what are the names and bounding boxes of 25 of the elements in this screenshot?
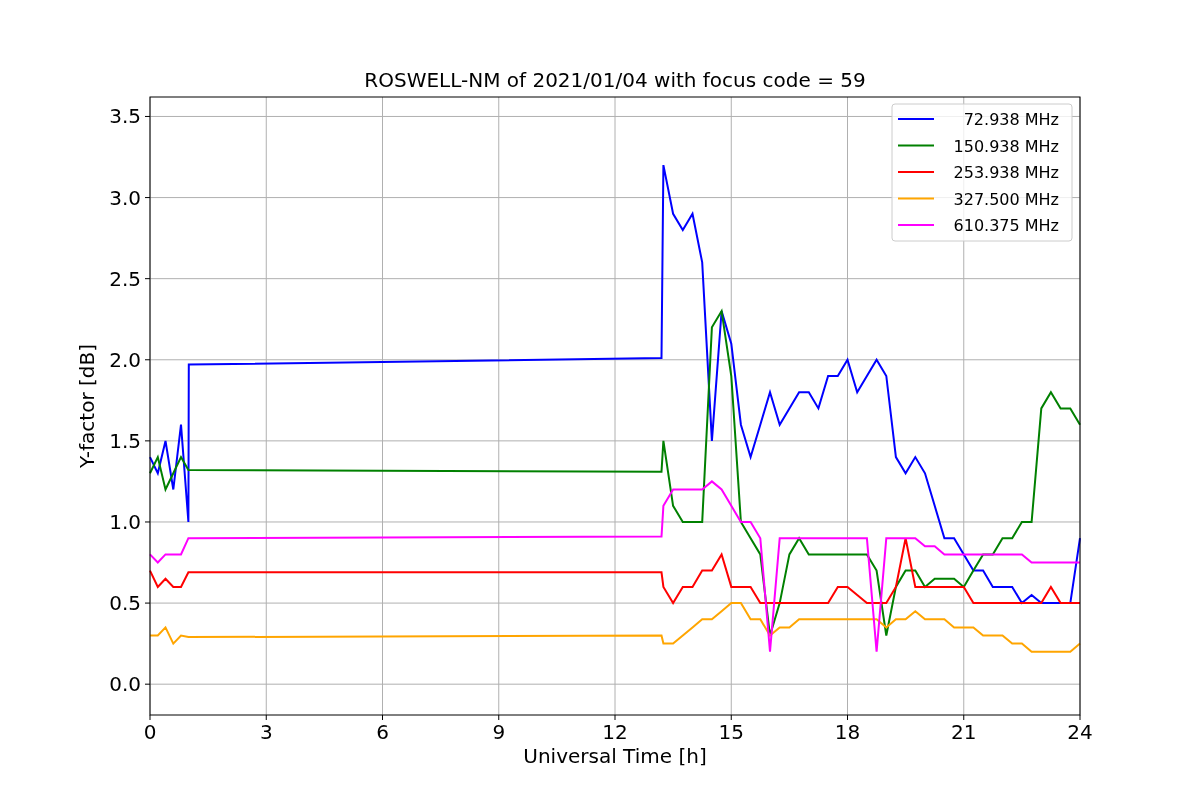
tick-label: 3.0 <box>109 185 141 210</box>
legend-label: 610.375 MHz <box>953 216 1059 235</box>
tick-label: 3 <box>259 720 273 744</box>
axis-label: Y-factor [dB] <box>75 344 99 468</box>
tick-label: 21 <box>951 720 977 744</box>
chart-title: ROSWELL-NM of 2021/01/04 with focus code = 59 <box>364 68 866 92</box>
legend-label: 72.938 MHz <box>963 110 1059 129</box>
tick-label: 12 <box>602 720 628 744</box>
tick-label: 1.5 <box>109 428 141 453</box>
legend-label: 150.938 MHz <box>953 136 1059 156</box>
legend-label: 327.500 MHz <box>953 189 1059 209</box>
tick-label: 2.0 <box>109 347 141 372</box>
tick-label: 6 <box>376 720 389 744</box>
tick-label: 0.5 <box>109 591 141 616</box>
tick-label: 3.5 <box>109 104 141 129</box>
tick-label: 0 <box>143 720 157 744</box>
tick-label: 0.0 <box>109 672 141 697</box>
tick-label: 9 <box>492 720 506 744</box>
axis-label: Universal Time [h] <box>523 744 707 768</box>
tick-label: 1.0 <box>109 510 141 534</box>
tick-label: 15 <box>718 720 744 744</box>
tick-label: 24 <box>1067 720 1093 744</box>
tick-label: 2.5 <box>109 266 141 291</box>
legend-label: 253.938 MHz <box>953 163 1059 182</box>
tick-label: 18 <box>834 720 861 744</box>
